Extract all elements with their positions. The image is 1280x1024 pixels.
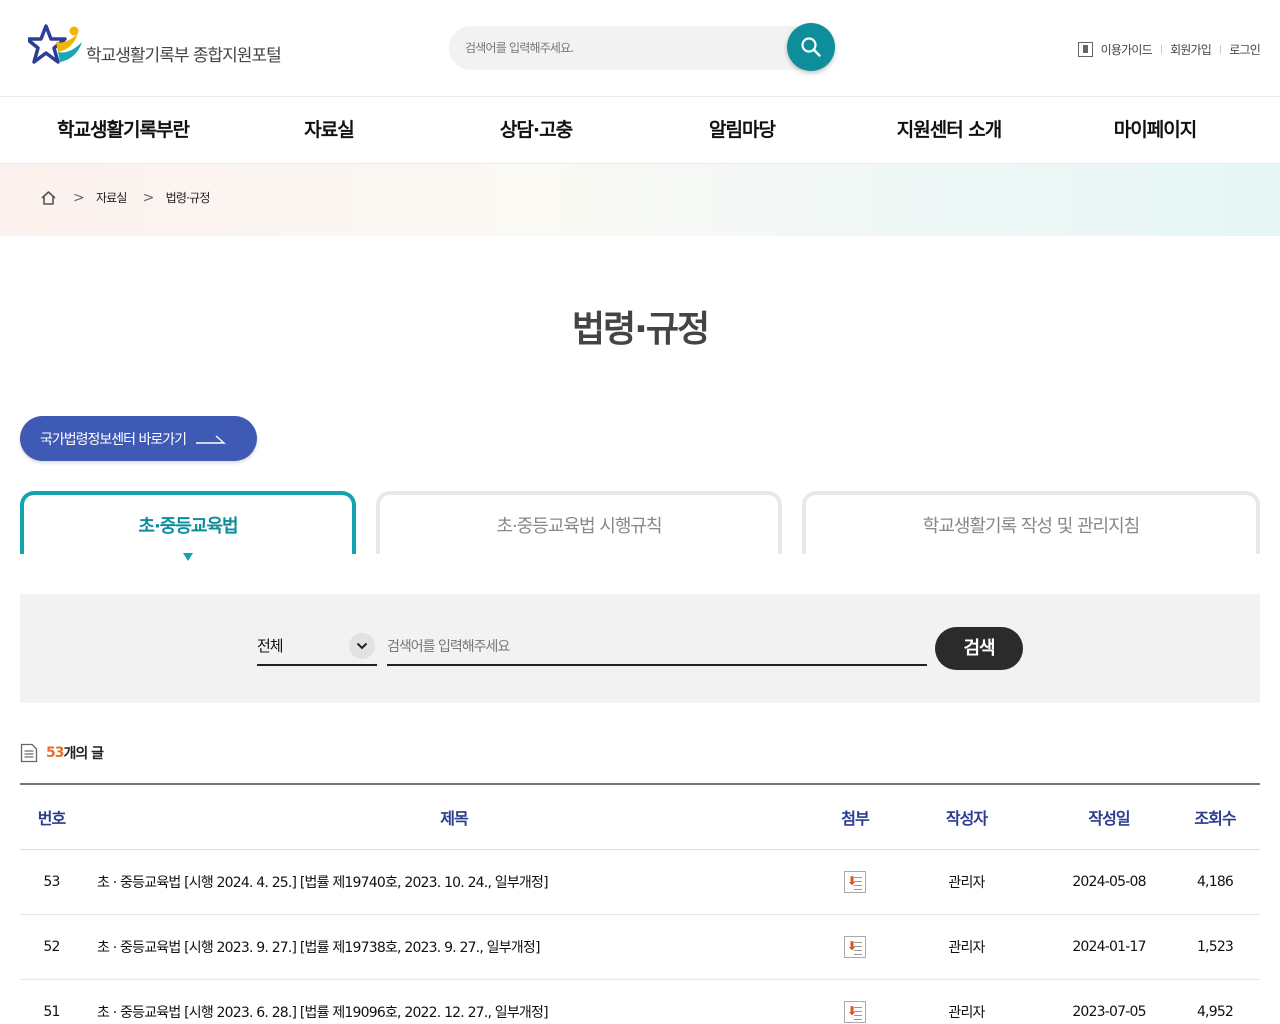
- column-header-attachment: 첨부: [825, 783, 885, 850]
- chevron-right-icon: >: [142, 189, 155, 206]
- nav-item-resources[interactable]: 자료실: [304, 97, 354, 163]
- row-views: 1,523: [1170, 914, 1260, 980]
- tab-elementary-secondary-act[interactable]: 초·중등교육법: [20, 491, 356, 554]
- row-date: 2024-05-08: [1048, 849, 1170, 915]
- table-row[interactable]: 51 초 · 중등교육법 [시행 2023. 6. 28.] [법률 제1909…: [20, 979, 1260, 1024]
- global-search-input[interactable]: [465, 26, 775, 70]
- search-scope-value: 전체: [257, 637, 284, 655]
- active-tab-indicator-icon: [183, 553, 193, 561]
- logo-text: 학교생활기록부 종합지원포털: [86, 46, 282, 66]
- row-attachment: ⬇: [825, 849, 885, 915]
- site-logo[interactable]: 학교생활기록부 종합지원포털: [28, 22, 282, 68]
- chevron-down-icon: [349, 633, 375, 659]
- row-author: 관리자: [885, 914, 1048, 980]
- star-logo-icon: [28, 24, 82, 64]
- nav-item-center-intro[interactable]: 지원센터 소개: [897, 97, 1002, 163]
- table-row[interactable]: 52 초 · 중등교육법 [시행 2023. 9. 27.] [법률 제1973…: [20, 914, 1260, 980]
- row-title-link[interactable]: 초 · 중등교육법 [시행 2023. 6. 28.] [법률 제19096호,…: [83, 979, 825, 1024]
- file-download-icon[interactable]: ⬇: [844, 1000, 866, 1023]
- main-navigation: 학교생활기록부란 자료실 상담·고충 알림마당 지원센터 소개 마이페이지: [0, 97, 1280, 164]
- row-author: 관리자: [885, 979, 1048, 1024]
- breadcrumb: > 자료실 > 법령·규정: [40, 189, 210, 206]
- board-search-input[interactable]: [387, 630, 927, 666]
- util-link-login[interactable]: 로그인: [1229, 41, 1261, 58]
- site-header: 학교생활기록부 종합지원포털 이용가이드 | 회원가입 | 로그인: [0, 0, 1280, 97]
- table-row[interactable]: 53 초 · 중등교육법 [시행 2024. 4. 25.] [법률 제1974…: [20, 849, 1260, 915]
- row-number: 53: [20, 849, 83, 915]
- nav-item-mypage[interactable]: 마이페이지: [1114, 97, 1197, 163]
- column-header-date: 작성일: [1048, 783, 1170, 850]
- row-title-link[interactable]: 초 · 중등교육법 [시행 2024. 4. 25.] [법률 제19740호,…: [83, 849, 825, 915]
- util-separator: |: [1219, 44, 1222, 55]
- nav-item-school-record[interactable]: 학교생활기록부란: [57, 97, 190, 163]
- column-header-number: 번호: [20, 783, 83, 850]
- row-views: 4,952: [1170, 979, 1260, 1024]
- row-number: 51: [20, 979, 83, 1024]
- file-download-icon[interactable]: ⬇: [844, 870, 866, 893]
- post-count: 53 개의 글: [20, 743, 104, 763]
- guide-icon: [1077, 42, 1093, 57]
- breadcrumb-item-current[interactable]: 법령·규정: [166, 189, 211, 206]
- util-link-guide[interactable]: 이용가이드: [1101, 41, 1153, 58]
- column-header-views: 조회수: [1170, 783, 1260, 850]
- tab-enforcement-rules[interactable]: 초·중등교육법 시행규칙: [376, 491, 782, 554]
- law-board-table: 번호 제목 첨부 작성자 작성일 조회수 53 초 · 중등교육법 [시행 20…: [20, 783, 1260, 1024]
- post-count-number: 53: [46, 745, 65, 761]
- tab-record-guidelines[interactable]: 학교생활기록 작성 및 관리지침: [802, 491, 1260, 554]
- file-download-icon[interactable]: ⬇: [844, 935, 866, 958]
- row-number: 52: [20, 914, 83, 980]
- document-list-icon: [20, 743, 38, 763]
- column-header-title: 제목: [83, 783, 825, 850]
- row-author: 관리자: [885, 849, 1048, 915]
- table-header-row: 번호 제목 첨부 작성자 작성일 조회수: [20, 783, 1260, 850]
- post-count-unit: 개의 글: [63, 746, 104, 762]
- row-attachment: ⬇: [825, 979, 885, 1024]
- chevron-right-icon: >: [73, 189, 85, 206]
- page-title: 법령·규정: [571, 309, 710, 350]
- breadcrumb-item-resources[interactable]: 자료실: [96, 189, 128, 206]
- row-title-link[interactable]: 초 · 중등교육법 [시행 2023. 9. 27.] [법률 제19738호,…: [83, 914, 825, 980]
- util-link-signup[interactable]: 회원가입: [1170, 41, 1212, 58]
- row-date: 2023-07-05: [1048, 979, 1170, 1024]
- global-search: [449, 23, 835, 71]
- utility-links: 이용가이드 | 회원가입 | 로그인: [1077, 41, 1261, 58]
- national-law-center-link[interactable]: 국가법령정보센터 바로가기: [20, 416, 257, 461]
- search-scope-select[interactable]: 전체: [257, 630, 377, 666]
- national-law-center-label: 국가법령정보센터 바로가기: [40, 431, 187, 448]
- row-views: 4,186: [1170, 849, 1260, 915]
- row-attachment: ⬇: [825, 914, 885, 980]
- nav-item-notices[interactable]: 알림마당: [709, 97, 776, 163]
- arrow-right-icon: [196, 434, 226, 444]
- global-search-button[interactable]: [787, 23, 835, 71]
- home-icon[interactable]: [40, 190, 57, 206]
- column-header-author: 작성자: [885, 783, 1048, 850]
- util-separator: |: [1159, 44, 1163, 55]
- board-search-button[interactable]: 검색: [935, 627, 1023, 670]
- search-icon: [801, 37, 821, 57]
- nav-item-counseling[interactable]: 상담·고충: [500, 97, 573, 163]
- row-date: 2024-01-17: [1048, 914, 1170, 980]
